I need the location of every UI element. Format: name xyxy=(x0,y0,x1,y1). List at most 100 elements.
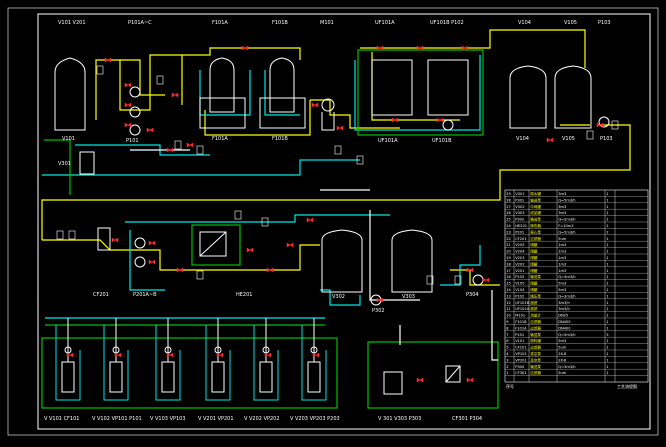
label-he201: HE201 xyxy=(236,292,252,298)
table-cell-no: 27 xyxy=(506,205,511,209)
table-cell-name: 增压泵 xyxy=(530,293,541,298)
pipe-green-left xyxy=(44,139,71,195)
table-cell-spec: 5um xyxy=(558,346,567,350)
table-cell-qty: 1 xyxy=(606,211,608,215)
bottom-unit-vessel xyxy=(307,361,321,393)
bottom-left-skid xyxy=(41,337,338,409)
pipe-main-top xyxy=(95,54,183,120)
table-cell-name: 储罐 xyxy=(530,268,538,273)
table-cell-no: 1 xyxy=(506,371,508,375)
cf301-diagonal xyxy=(445,365,461,383)
table-cell-no: 29 xyxy=(506,192,511,196)
valve-marker xyxy=(311,102,319,108)
bottom-unit-vessel xyxy=(161,361,175,393)
pipe-cyan-mid xyxy=(125,214,390,223)
bottom-right-skid xyxy=(367,341,499,409)
valve-marker xyxy=(66,352,74,358)
table-cell-spec: 3m3 xyxy=(558,192,566,196)
table-cell-name: 中间罐 xyxy=(530,204,541,209)
table-cell-tag: UF101A xyxy=(515,307,530,311)
table-cell-spec: 2X-8 xyxy=(558,358,567,362)
table-cell-no: 23 xyxy=(506,230,511,234)
instrument-box xyxy=(156,75,164,85)
pipe-white-3 xyxy=(369,210,420,301)
header-tag-m101: M101 xyxy=(320,20,334,26)
table-cell-no: 13 xyxy=(506,294,511,298)
table-cell-name: 过滤器 xyxy=(530,325,541,330)
table-cell-tag: HE201 xyxy=(515,224,527,228)
hx-skid-boundary xyxy=(191,224,241,266)
table-cell-tag: V202 xyxy=(515,262,524,266)
table-cell-qty: 1 xyxy=(606,198,608,202)
table-cell-qty: 2 xyxy=(606,230,608,234)
table-cell-spec: 1m3 xyxy=(558,256,566,260)
label-v105: V105 xyxy=(562,136,575,142)
pipe-cyan-right xyxy=(440,245,481,286)
table-cell-no: 20 xyxy=(506,250,511,254)
filter-skid-a xyxy=(199,97,246,129)
bottom-tag-5: V V202 VP202 xyxy=(244,416,280,422)
filter-f101b xyxy=(269,57,295,113)
table-cell-tag: V205 xyxy=(515,243,524,247)
filter-f101a xyxy=(209,57,235,113)
table-cell-spec: Q=5m3/h xyxy=(558,230,575,234)
table-cell-name: 储罐 xyxy=(530,261,538,266)
valve-marker xyxy=(148,240,156,246)
valve-marker xyxy=(166,352,174,358)
uf-skid-boundary xyxy=(357,49,484,136)
table-cell-qty: 1 xyxy=(606,256,608,260)
table-cell-no: 7 xyxy=(506,333,508,337)
bottom-tag-1: V V101 CF101 xyxy=(44,416,79,422)
label-f101b: F101B xyxy=(272,136,288,142)
table-cell-qty: 1 xyxy=(606,294,608,298)
table-cell-qty: 1 xyxy=(606,314,608,318)
table-cell-no: 10 xyxy=(506,314,511,318)
table-cell-no: 26 xyxy=(506,211,511,215)
table-cell-no: 14 xyxy=(506,288,511,292)
valve-marker xyxy=(171,92,179,98)
valve-marker xyxy=(216,352,224,358)
instrument-box xyxy=(174,140,182,150)
table-cell-spec: Q=5m3/h xyxy=(558,333,575,337)
valve-marker xyxy=(596,122,604,128)
label-uf101a: UF101A xyxy=(378,138,398,144)
tank-v302 xyxy=(321,229,363,293)
table-cell-name: 流量计 xyxy=(530,313,541,318)
table-cell-qty: 1 xyxy=(606,346,608,350)
vessel-v301-bottom xyxy=(383,371,403,395)
instrument-box xyxy=(234,210,242,220)
pump-p101b xyxy=(129,106,141,118)
valve-marker xyxy=(124,82,132,88)
table-cell-name: 超滤 xyxy=(530,300,538,305)
table-cell-name: 储罐 xyxy=(530,249,538,254)
table-cell-qty: 1 xyxy=(606,218,608,222)
table-cell-no: 16 xyxy=(506,275,511,279)
table-cell-spec: 3m3 xyxy=(558,205,566,209)
table-cell-spec: 3m3/h xyxy=(558,307,570,311)
table-cell-name: 储罐 xyxy=(530,287,538,292)
valve-marker xyxy=(264,352,272,358)
label-v104: V104 xyxy=(516,136,529,142)
table-cell-tag: P201 xyxy=(515,230,524,234)
pump-p101a xyxy=(129,86,141,98)
table-cell-name: 储罐 xyxy=(530,255,538,260)
pipe-uf-top xyxy=(371,52,460,121)
valve-marker xyxy=(166,147,174,153)
pump-p102 xyxy=(442,119,454,131)
bottom-unit-4 xyxy=(205,318,231,401)
pipe-uf-header xyxy=(360,29,586,68)
table-cell-name: 输送泵 xyxy=(530,364,541,369)
table-cell-qty: 1 xyxy=(606,262,608,266)
pipe-p304 xyxy=(450,269,500,286)
table-cell-spec: Q=3m3/h xyxy=(558,294,575,298)
table-cell-name: 储罐 xyxy=(530,242,538,247)
label-p304: P304 xyxy=(466,292,479,298)
valve-marker xyxy=(114,352,122,358)
bottom-tag-3: V V103 VP103 xyxy=(150,416,186,422)
table-cell-qty: 3 xyxy=(606,333,608,337)
table-cell-tag: V301 xyxy=(515,192,524,196)
valve-marker xyxy=(111,237,119,243)
table-cell-qty: 1 xyxy=(606,326,608,330)
table-cell-qty: 1 xyxy=(606,269,608,273)
table-cell-name: 原水罐 xyxy=(530,191,541,196)
